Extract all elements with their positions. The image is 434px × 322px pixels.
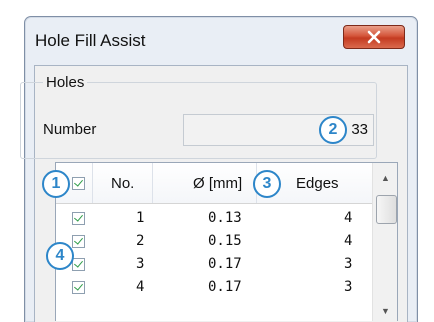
- callout-4: 4: [46, 242, 74, 270]
- row-edges: 4: [344, 233, 353, 249]
- header-diameter[interactable]: Ø [mm]: [193, 175, 242, 192]
- row-diameter: 0.17: [208, 279, 242, 295]
- window-title: Hole Fill Assist: [35, 31, 146, 50]
- header-separator: [92, 163, 93, 203]
- callout-2: 2: [319, 116, 347, 144]
- table-row[interactable]: 1 0.13 4: [56, 207, 372, 230]
- row-checkbox[interactable]: [72, 281, 85, 294]
- number-value: 33: [351, 121, 368, 138]
- vertical-scrollbar[interactable]: ▲ ▼: [372, 163, 397, 321]
- holes-list[interactable]: No. Ø [mm] Edges 1 0.13 4 2 0.15 4 3 0.1…: [55, 162, 398, 321]
- row-diameter: 0.15: [208, 233, 242, 249]
- header-separator: [152, 163, 153, 203]
- holes-group-legend: Holes: [43, 74, 88, 91]
- row-diameter: 0.17: [208, 256, 242, 272]
- callout-3: 3: [253, 170, 281, 198]
- number-label: Number: [43, 121, 97, 138]
- row-edges: 3: [344, 256, 353, 272]
- table-row[interactable]: 3 0.17 3: [56, 253, 372, 276]
- row-edges: 4: [344, 210, 353, 226]
- select-all-checkbox[interactable]: [72, 177, 85, 190]
- close-icon: [367, 30, 381, 44]
- row-diameter: 0.13: [208, 210, 242, 226]
- header-edges[interactable]: Edges: [296, 175, 339, 192]
- scroll-down-arrow-icon[interactable]: ▼: [381, 306, 390, 316]
- header-no[interactable]: No.: [111, 175, 134, 192]
- table-row[interactable]: 2 0.15 4: [56, 230, 372, 253]
- row-edges: 3: [344, 279, 353, 295]
- title-bar[interactable]: Hole Fill Assist: [25, 17, 417, 63]
- table-row[interactable]: 4 0.17 3: [56, 276, 372, 299]
- callout-1: 1: [42, 170, 70, 198]
- row-no: 4: [136, 279, 145, 295]
- row-no: 1: [136, 210, 145, 226]
- row-no: 3: [136, 256, 145, 272]
- row-no: 2: [136, 233, 145, 249]
- close-button[interactable]: [343, 25, 405, 49]
- row-checkbox[interactable]: [72, 235, 85, 248]
- row-checkbox[interactable]: [72, 258, 85, 271]
- row-checkbox[interactable]: [72, 212, 85, 225]
- scrollbar-thumb[interactable]: [376, 195, 397, 224]
- scroll-up-arrow-icon[interactable]: ▲: [381, 173, 390, 183]
- list-header: No. Ø [mm] Edges: [56, 163, 372, 204]
